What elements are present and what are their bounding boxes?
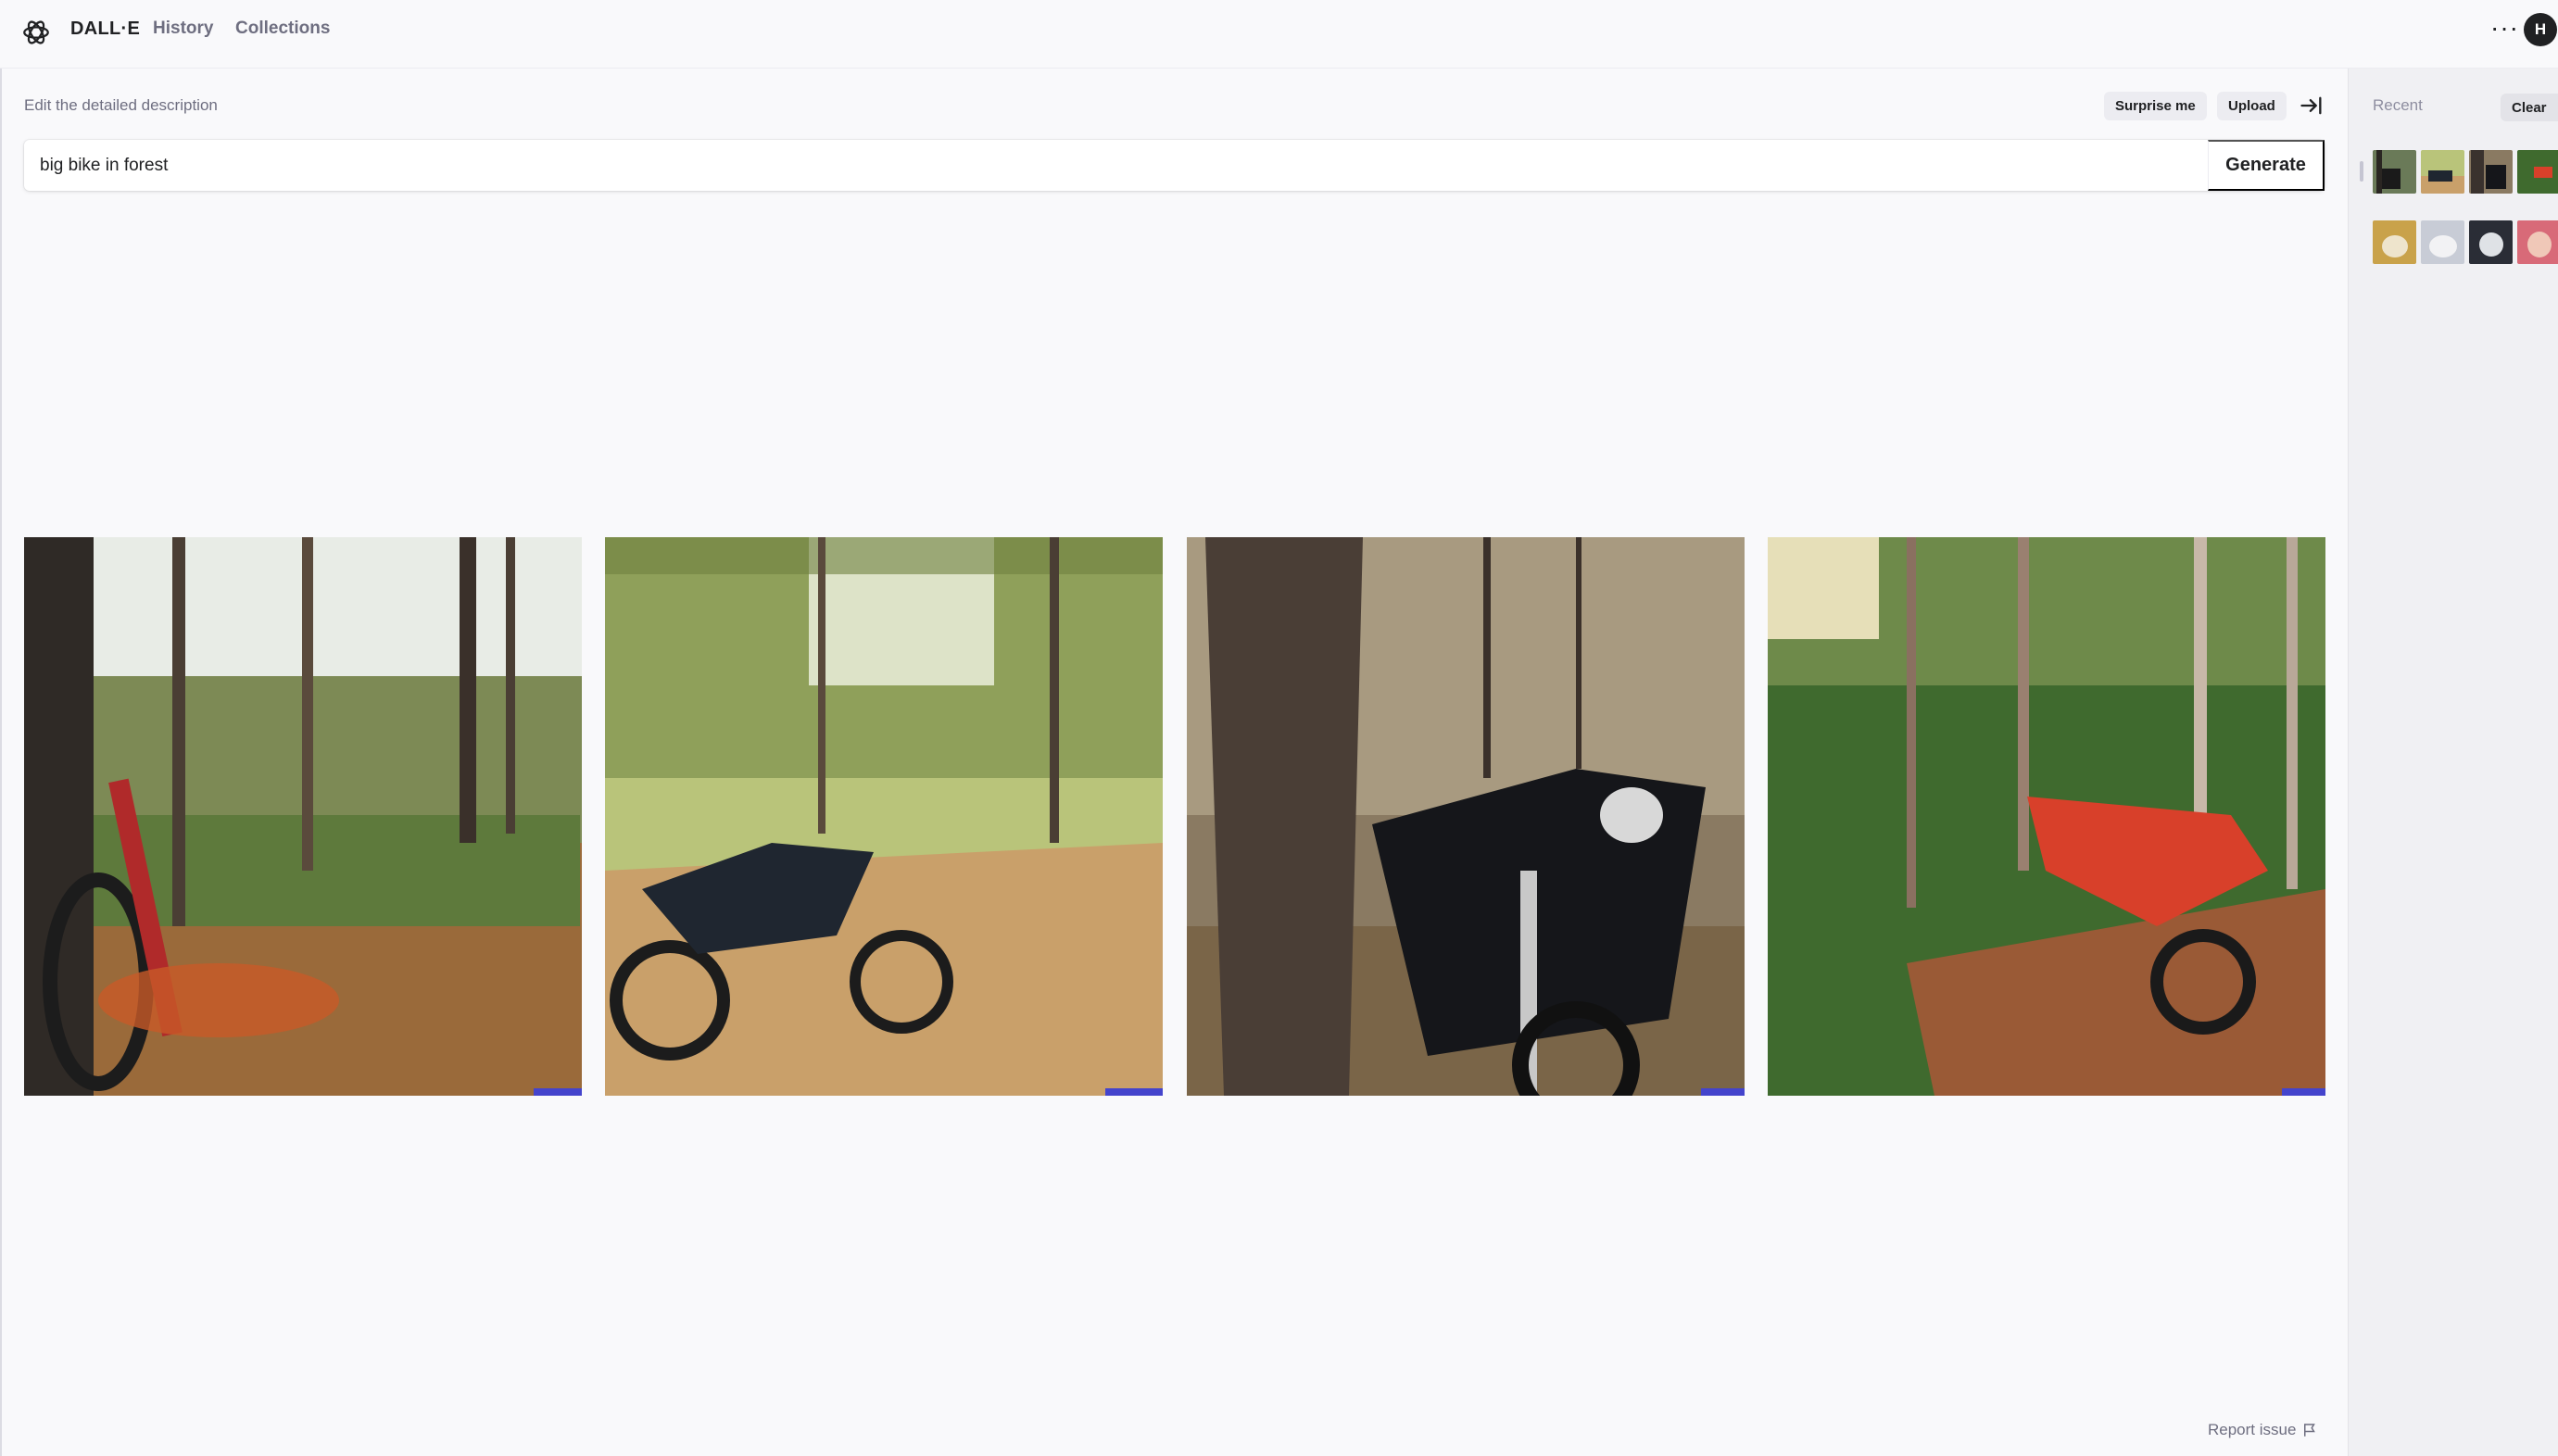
- prompt-input[interactable]: [24, 140, 2209, 191]
- scrollbar[interactable]: [2360, 161, 2363, 182]
- left-divider: [0, 69, 2, 1456]
- recent-image: [2421, 220, 2464, 264]
- result-image-4[interactable]: [1768, 537, 2325, 1096]
- recent-thumbnail[interactable]: [2373, 150, 2416, 194]
- ellipsis-icon[interactable]: ···: [2490, 13, 2519, 43]
- bicycle-forest-image: [24, 537, 582, 1096]
- description-label: Edit the detailed description: [24, 96, 218, 114]
- flag-icon: [2304, 1424, 2316, 1437]
- recent-image: [2517, 150, 2558, 194]
- result-image-1[interactable]: [24, 537, 582, 1096]
- dirt-bike-trail-image: [605, 537, 1163, 1096]
- recent-image: [2469, 220, 2513, 264]
- avatar[interactable]: H: [2524, 13, 2557, 46]
- recent-image: [2469, 150, 2513, 194]
- recent-thumbnail[interactable]: [2517, 150, 2558, 194]
- clear-button[interactable]: Clear: [2501, 94, 2558, 121]
- result-image-3[interactable]: [1187, 537, 1745, 1096]
- result-image-2[interactable]: [605, 537, 1163, 1096]
- surprise-me-button[interactable]: Surprise me: [2104, 92, 2207, 120]
- top-bar: DALL·E History Collections ··· H: [0, 0, 2558, 69]
- recent-image: [2421, 150, 2464, 194]
- collapse-sidebar-icon[interactable]: [2299, 93, 2325, 119]
- prompt-bar: Generate: [24, 140, 2325, 191]
- recent-thumbnail[interactable]: [2421, 150, 2464, 194]
- nav-collections[interactable]: Collections: [235, 19, 330, 39]
- openai-logo-icon[interactable]: [20, 17, 52, 48]
- red-dirt-bike-image: [1768, 537, 2325, 1096]
- recent-label: Recent: [2373, 96, 2423, 114]
- recent-thumbnail[interactable]: [2469, 150, 2513, 194]
- generate-button[interactable]: Generate: [2208, 140, 2325, 191]
- recent-thumbnail[interactable]: [2517, 220, 2558, 264]
- motorcycle-tree-image: [1187, 537, 1745, 1096]
- report-issue-link[interactable]: Report issue: [2208, 1421, 2318, 1439]
- recent-sidebar: Recent Clear: [2348, 69, 2558, 1456]
- nav-history[interactable]: History: [153, 19, 213, 39]
- recent-image: [2373, 150, 2416, 194]
- recent-thumbnail[interactable]: [2421, 220, 2464, 264]
- recent-image: [2517, 220, 2558, 264]
- recent-thumbnail[interactable]: [2469, 220, 2513, 264]
- recent-image: [2373, 220, 2416, 264]
- upload-button[interactable]: Upload: [2217, 92, 2287, 120]
- report-issue-label: Report issue: [2208, 1421, 2297, 1438]
- recent-thumbnail[interactable]: [2373, 220, 2416, 264]
- brand-title[interactable]: DALL·E: [70, 19, 140, 40]
